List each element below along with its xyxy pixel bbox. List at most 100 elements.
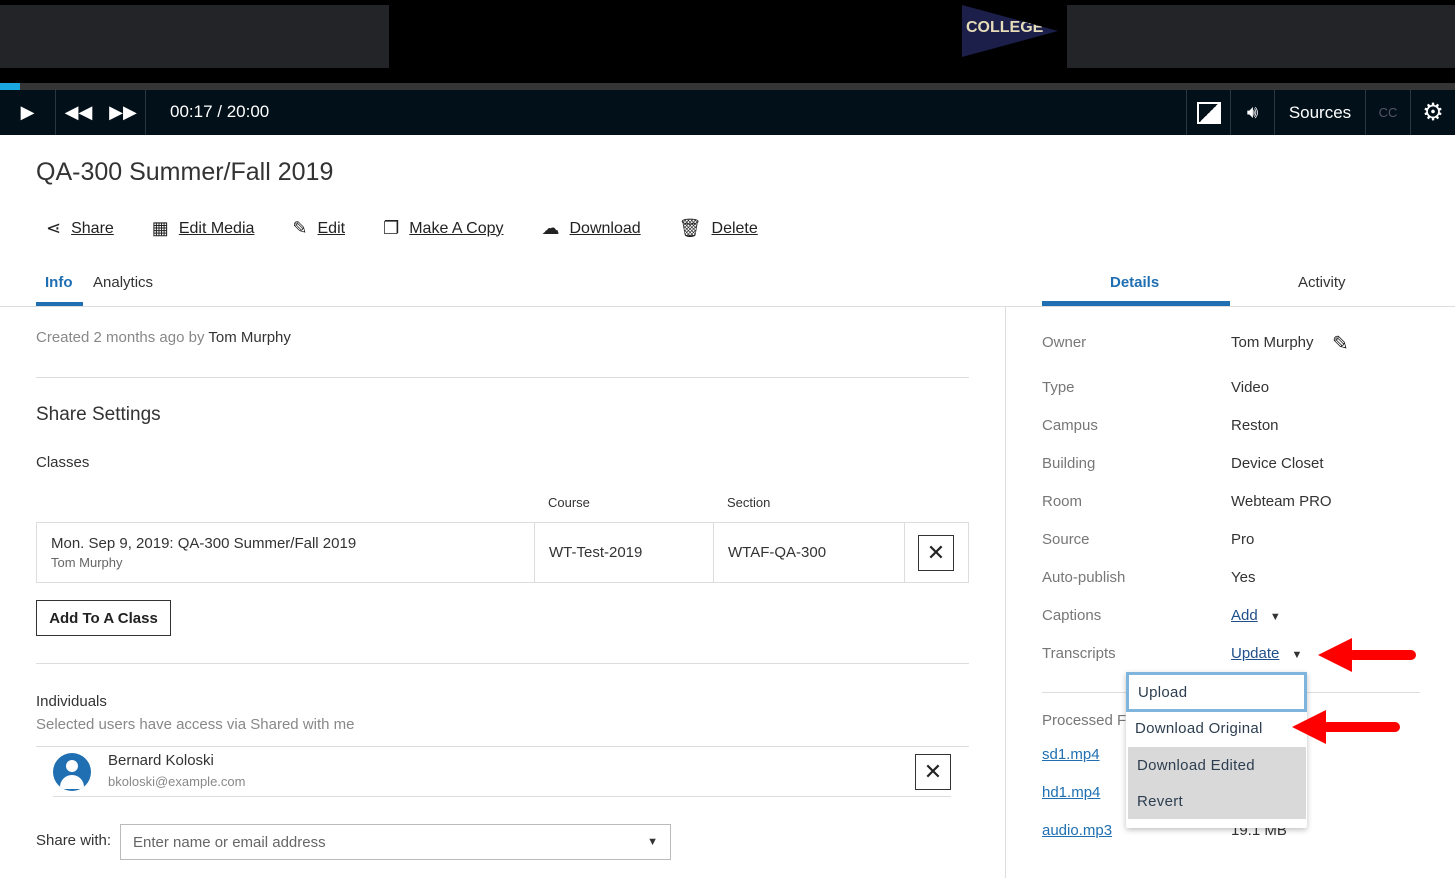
play-button[interactable]: ▶: [0, 90, 56, 135]
trash-icon: 🗑︎: [678, 218, 702, 238]
caret-down-icon: ▼: [1269, 611, 1281, 623]
detail-label: Building: [1042, 455, 1096, 472]
rewind-button[interactable]: ◀◀: [56, 90, 101, 135]
share-with-input[interactable]: Enter name or email address ▼: [120, 824, 671, 860]
detail-value: Video: [1231, 379, 1270, 396]
close-icon: ✕: [926, 539, 946, 565]
menu-item-download-edited[interactable]: Download Edited: [1128, 747, 1306, 783]
file-link-hd1[interactable]: hd1.mp4: [1042, 784, 1100, 801]
detail-label: Type: [1042, 379, 1075, 396]
menu-item-revert[interactable]: Revert: [1128, 783, 1306, 819]
share-settings-heading: Share Settings: [36, 404, 161, 425]
action-edit-button[interactable]: ✎ Edit: [292, 218, 345, 239]
section-cell: WTAF-QA-300: [713, 522, 905, 583]
share-icon: ⋖: [46, 218, 62, 238]
seek-progress: [0, 83, 21, 90]
video-frame-left: [0, 5, 389, 68]
close-icon: ✕: [923, 759, 943, 784]
logo-text: COLLEGE: [966, 19, 1044, 36]
detail-row-source: Source Pro: [1042, 531, 1442, 551]
detail-row-owner: Owner Tom Murphy ✎: [1042, 331, 1442, 356]
action-bar: ⋖ Share ▦ Edit Media ✎ Edit ❐ Make A Copy ☁ Downl…: [46, 218, 758, 239]
processed-files-label: Processed F: [1042, 712, 1127, 729]
action-label: Download: [569, 219, 641, 237]
individuals-label: Individuals: [36, 693, 107, 710]
share-with-placeholder: Enter name or email address: [133, 833, 326, 851]
remove-user-button[interactable]: ✕: [915, 754, 951, 790]
created-info: Created 2 months ago by Tom Murphy: [36, 329, 291, 346]
chevron-down-icon: ▼: [647, 836, 658, 848]
action-download-button[interactable]: ☁ Download: [542, 218, 641, 239]
user-name: Bernard Koloski: [108, 752, 214, 769]
detail-value: Reston: [1231, 417, 1279, 434]
add-to-class-button[interactable]: Add To A Class: [36, 600, 171, 636]
table-row: Mon. Sep 9, 2019: QA-300 Summer/Fall 201…: [36, 522, 969, 583]
captions-dropdown[interactable]: Add ▼: [1231, 607, 1281, 624]
detail-value: Pro: [1231, 531, 1255, 548]
classes-table: Mon. Sep 9, 2019: QA-300 Summer/Fall 201…: [36, 522, 969, 583]
detail-row-room: Room Webteam PRO: [1042, 493, 1442, 513]
detail-label: Captions: [1042, 607, 1102, 624]
dropdown-label: Update: [1231, 645, 1280, 662]
fast-forward-icon: ▶▶: [109, 102, 137, 122]
detail-label: Source: [1042, 531, 1090, 548]
transcripts-dropdown[interactable]: Update ▼: [1231, 645, 1302, 662]
detail-label: Auto-publish: [1042, 569, 1126, 586]
detail-row-campus: Campus Reston: [1042, 417, 1442, 437]
action-label: Make A Copy: [409, 219, 504, 237]
detail-label: Room: [1042, 493, 1083, 510]
class-cell: Mon. Sep 9, 2019: QA-300 Summer/Fall 201…: [36, 522, 535, 583]
rewind-icon: ◀◀: [64, 102, 93, 122]
detail-value: Device Closet: [1231, 455, 1324, 472]
detail-value: Tom Murphy: [1231, 334, 1314, 351]
edit-owner-pencil-icon[interactable]: ✎: [1332, 331, 1349, 356]
col-section: Section: [727, 495, 771, 510]
film-icon: ▦: [151, 218, 169, 238]
remove-cell: ✕: [904, 522, 969, 583]
avatar: [53, 753, 91, 791]
share-with-label: Share with:: [36, 832, 112, 849]
detail-row-auto-publish: Auto-publish Yes: [1042, 569, 1442, 589]
detail-value: Yes: [1231, 569, 1256, 586]
column-divider: [1005, 307, 1006, 878]
file-link-audio[interactable]: audio.mp3: [1042, 822, 1112, 839]
divider: [53, 796, 951, 797]
copy-icon: ❐: [383, 218, 400, 238]
action-label: Delete: [711, 219, 758, 237]
detail-row-captions: Captions Add ▼: [1042, 607, 1442, 627]
dropdown-label: Add: [1231, 607, 1258, 624]
class-name: Mon. Sep 9, 2019: QA-300 Summer/Fall 201…: [51, 535, 357, 552]
pencil-icon: ✎: [292, 218, 308, 238]
divider: [36, 746, 969, 747]
detail-label: Transcripts: [1042, 645, 1116, 662]
individuals-subtitle: Selected users have access via Shared wi…: [36, 716, 355, 733]
action-make-a-copy-button[interactable]: ❐ Make A Copy: [383, 218, 503, 239]
detail-value: Webteam PRO: [1231, 493, 1332, 510]
action-label: Share: [71, 219, 114, 237]
divider: [36, 377, 969, 378]
action-label: Edit Media: [178, 219, 255, 237]
action-share-button[interactable]: ⋖ Share: [46, 218, 114, 239]
play-icon: ▶: [20, 102, 35, 122]
action-label: Edit: [317, 219, 346, 237]
file-link-sd1[interactable]: sd1.mp4: [1042, 746, 1100, 763]
action-delete-button[interactable]: 🗑︎ Delete: [679, 218, 758, 239]
menu-item-download-original[interactable]: Download Original: [1126, 710, 1307, 746]
class-owner: Tom Murphy: [51, 555, 123, 570]
detail-row-type: Type Video: [1042, 379, 1442, 399]
tab-analytics[interactable]: Analytics: [93, 274, 153, 291]
detail-label: Campus: [1042, 417, 1098, 434]
caret-down-icon: ▼: [1291, 649, 1303, 661]
fast-forward-button[interactable]: ▶▶: [101, 90, 146, 135]
user-email: bkoloski@example.com: [108, 774, 246, 789]
remove-class-button[interactable]: ✕: [918, 534, 954, 571]
transcripts-dropdown-menu: Upload Download Original Download Edited…: [1126, 672, 1307, 828]
page-title: QA-300 Summer/Fall 2019: [36, 158, 334, 186]
col-course: Course: [548, 495, 590, 510]
annotation-arrow: [1292, 710, 1400, 744]
classes-label: Classes: [36, 454, 90, 471]
menu-item-upload[interactable]: Upload: [1126, 672, 1307, 712]
tab-info[interactable]: Info: [45, 274, 73, 291]
action-edit-media-button[interactable]: ▦ Edit Media: [152, 218, 255, 239]
time-display: 00:17 / 20:00: [170, 102, 270, 121]
